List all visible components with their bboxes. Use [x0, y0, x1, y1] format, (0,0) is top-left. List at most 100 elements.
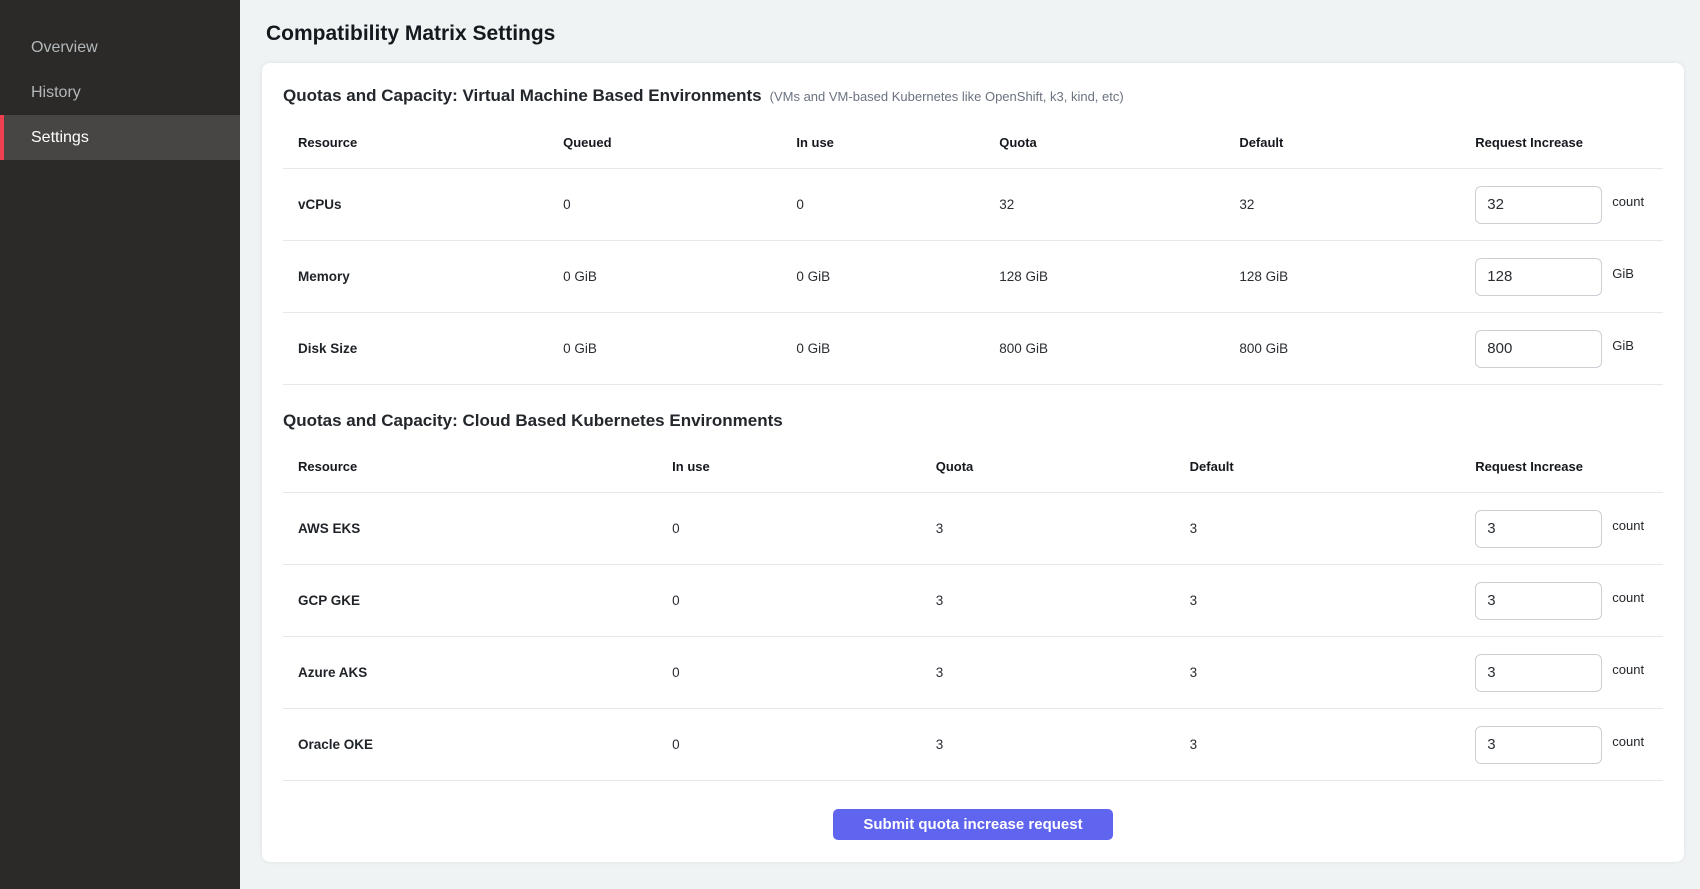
resource-cell: Memory: [283, 241, 563, 313]
value-cell: 128 GiB: [1239, 241, 1475, 313]
request-increase-cell: count: [1475, 493, 1663, 565]
submit-quota-button[interactable]: Submit quota increase request: [833, 809, 1113, 840]
value-cell: 0 GiB: [796, 313, 999, 385]
value-cell: 0: [796, 169, 999, 241]
section-title: Quotas and Capacity: Cloud Based Kuberne…: [283, 411, 1663, 431]
request-increase-wrap: count: [1475, 654, 1663, 692]
value-cell: 0: [563, 169, 796, 241]
request-increase-input[interactable]: [1475, 726, 1602, 764]
resource-cell: GCP GKE: [283, 565, 672, 637]
table-row: AWS EKS033count: [283, 493, 1663, 565]
quota-section: Quotas and Capacity: Virtual Machine Bas…: [283, 86, 1663, 385]
request-increase-cell: count: [1475, 169, 1663, 241]
page-title: Compatibility Matrix Settings: [266, 20, 1684, 47]
value-cell: 0: [672, 637, 936, 709]
column-header: In use: [796, 107, 999, 169]
value-cell: 3: [936, 493, 1190, 565]
request-increase-cell: count: [1475, 565, 1663, 637]
button-row: Submit quota increase request: [283, 781, 1663, 840]
request-increase-input[interactable]: [1475, 258, 1602, 296]
section-title: Quotas and Capacity: Virtual Machine Bas…: [283, 86, 1663, 107]
value-cell: 0: [672, 709, 936, 781]
unit-label: count: [1612, 734, 1644, 749]
value-cell: 3: [1190, 709, 1476, 781]
sidebar-nav: Overview History Settings: [0, 25, 240, 160]
value-cell: 0: [672, 565, 936, 637]
resource-cell: AWS EKS: [283, 493, 672, 565]
column-header: Default: [1190, 431, 1476, 493]
section-note: (VMs and VM-based Kubernetes like OpenSh…: [770, 89, 1124, 104]
table-row: vCPUs003232count: [283, 169, 1663, 241]
value-cell: 0: [672, 493, 936, 565]
unit-label: count: [1612, 662, 1644, 677]
value-cell: 0 GiB: [563, 313, 796, 385]
sidebar-item-label: Overview: [31, 39, 98, 57]
table-row: GCP GKE033count: [283, 565, 1663, 637]
table-row: Memory0 GiB0 GiB128 GiB128 GiBGiB: [283, 241, 1663, 313]
sidebar-item-label: History: [31, 84, 81, 102]
quota-section: Quotas and Capacity: Cloud Based Kuberne…: [283, 411, 1663, 781]
request-increase-wrap: count: [1475, 582, 1663, 620]
value-cell: 800 GiB: [1239, 313, 1475, 385]
request-increase-input[interactable]: [1475, 582, 1602, 620]
unit-label: count: [1612, 194, 1644, 209]
value-cell: 128 GiB: [999, 241, 1239, 313]
main-content: Compatibility Matrix Settings Quotas and…: [240, 0, 1700, 889]
request-increase-cell: GiB: [1475, 241, 1663, 313]
column-header: Quota: [999, 107, 1239, 169]
request-increase-cell: count: [1475, 637, 1663, 709]
resource-cell: Azure AKS: [283, 637, 672, 709]
header-row: ResourceIn useQuotaDefaultRequest Increa…: [283, 431, 1663, 493]
request-increase-wrap: count: [1475, 186, 1663, 224]
value-cell: 3: [1190, 565, 1476, 637]
section-title-text: Quotas and Capacity: Virtual Machine Bas…: [283, 86, 762, 105]
request-increase-input[interactable]: [1475, 510, 1602, 548]
sidebar-item-history[interactable]: History: [0, 70, 240, 115]
value-cell: 3: [936, 565, 1190, 637]
value-cell: 3: [1190, 493, 1476, 565]
section-title-text: Quotas and Capacity: Cloud Based Kuberne…: [283, 411, 783, 430]
column-header: In use: [672, 431, 936, 493]
sidebar: Overview History Settings: [0, 0, 240, 889]
table-row: Oracle OKE033count: [283, 709, 1663, 781]
header-row: ResourceQueuedIn useQuotaDefaultRequest …: [283, 107, 1663, 169]
request-increase-wrap: count: [1475, 726, 1663, 764]
request-increase-input[interactable]: [1475, 654, 1602, 692]
column-header: Quota: [936, 431, 1190, 493]
value-cell: 3: [936, 637, 1190, 709]
sidebar-item-overview[interactable]: Overview: [0, 25, 240, 70]
request-increase-cell: GiB: [1475, 313, 1663, 385]
request-increase-cell: count: [1475, 709, 1663, 781]
column-header: Default: [1239, 107, 1475, 169]
column-header: Resource: [283, 431, 672, 493]
value-cell: 0 GiB: [796, 241, 999, 313]
value-cell: 3: [1190, 637, 1476, 709]
request-increase-input[interactable]: [1475, 186, 1602, 224]
quota-table: ResourceIn useQuotaDefaultRequest Increa…: [283, 431, 1663, 781]
request-increase-wrap: count: [1475, 510, 1663, 548]
unit-label: count: [1612, 590, 1644, 605]
column-header: Request Increase: [1475, 107, 1663, 169]
column-header: Request Increase: [1475, 431, 1663, 493]
request-increase-wrap: GiB: [1475, 258, 1663, 296]
value-cell: 0 GiB: [563, 241, 796, 313]
resource-cell: vCPUs: [283, 169, 563, 241]
resource-cell: Oracle OKE: [283, 709, 672, 781]
unit-label: count: [1612, 518, 1644, 533]
sidebar-item-label: Settings: [31, 129, 89, 147]
value-cell: 32: [999, 169, 1239, 241]
value-cell: 32: [1239, 169, 1475, 241]
unit-label: GiB: [1612, 338, 1634, 353]
value-cell: 800 GiB: [999, 313, 1239, 385]
unit-label: GiB: [1612, 266, 1634, 281]
table-row: Disk Size0 GiB0 GiB800 GiB800 GiBGiB: [283, 313, 1663, 385]
value-cell: 3: [936, 709, 1190, 781]
sections-host: Quotas and Capacity: Virtual Machine Bas…: [283, 86, 1663, 781]
request-increase-wrap: GiB: [1475, 330, 1663, 368]
table-row: Azure AKS033count: [283, 637, 1663, 709]
resource-cell: Disk Size: [283, 313, 563, 385]
settings-card: Quotas and Capacity: Virtual Machine Bas…: [262, 63, 1684, 862]
quota-table: ResourceQueuedIn useQuotaDefaultRequest …: [283, 107, 1663, 385]
sidebar-item-settings[interactable]: Settings: [0, 115, 240, 160]
request-increase-input[interactable]: [1475, 330, 1602, 368]
